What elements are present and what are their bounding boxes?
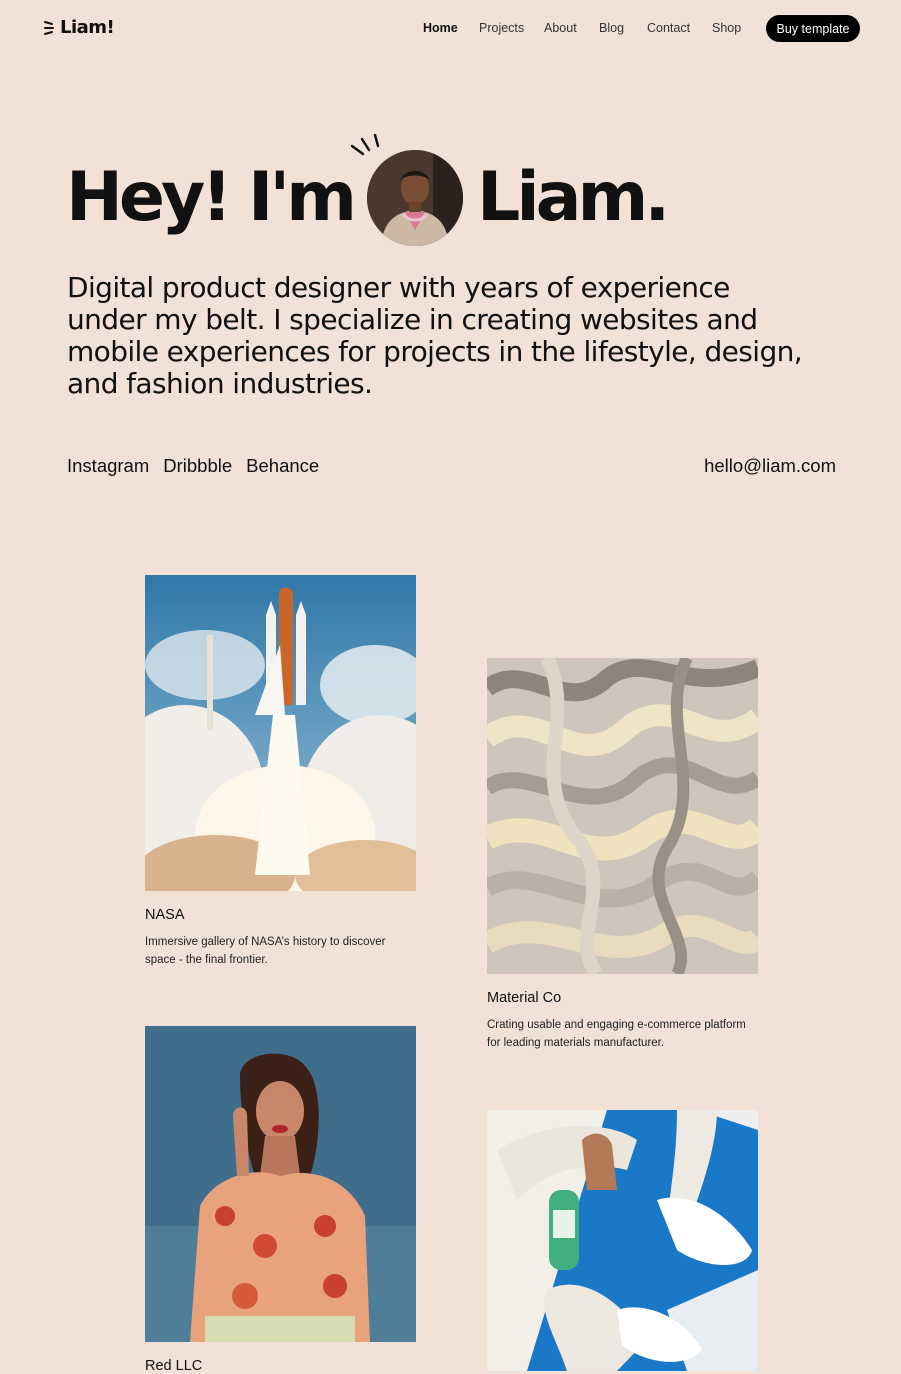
email-link[interactable]: hello@liam.com — [704, 455, 836, 477]
social-links: Instagram Dribbble Behance — [67, 455, 319, 477]
nav-projects[interactable]: Projects — [479, 21, 524, 35]
hero-title-before: Hey! I'm — [66, 158, 357, 237]
nav-about[interactable]: About — [544, 21, 577, 35]
project-image-material[interactable] — [487, 658, 758, 974]
spark-icon — [350, 134, 380, 156]
dribbble-link[interactable]: Dribbble — [163, 455, 232, 477]
project-image-fitness[interactable] — [487, 1110, 758, 1371]
project-card-red-llc[interactable]: Red LLC — [145, 1026, 416, 1374]
avatar-photo — [367, 150, 464, 246]
behance-link[interactable]: Behance — [246, 455, 319, 477]
hero-title: Hey! I'm Liam. — [66, 134, 670, 246]
project-title[interactable]: NASA — [145, 907, 416, 923]
project-image-portrait[interactable] — [145, 1026, 416, 1342]
logo-spark-icon — [44, 20, 54, 35]
project-card-nasa[interactable]: NASA Immersive gallery of NASA’s history… — [145, 575, 416, 969]
logo[interactable]: Liam! — [44, 17, 115, 38]
avatar-wrap — [350, 134, 464, 246]
nav-blog[interactable]: Blog — [599, 21, 624, 35]
project-card-material-co[interactable]: Material Co Crating usable and engaging … — [487, 658, 758, 1052]
instagram-link[interactable]: Instagram — [67, 455, 149, 477]
nav-contact[interactable]: Contact — [647, 21, 690, 35]
project-title[interactable]: Material Co — [487, 990, 758, 1006]
project-description: Crating usable and engaging e-commerce p… — [487, 1019, 746, 1049]
project-card-fitness[interactable] — [487, 1110, 758, 1371]
hero-title-after: Liam. — [477, 158, 670, 237]
buy-template-button[interactable]: Buy template — [766, 15, 860, 42]
nav-shop[interactable]: Shop — [712, 21, 741, 35]
logo-text: Liam! — [60, 17, 115, 38]
project-title[interactable]: Red LLC — [145, 1358, 416, 1374]
intro-text: Digital product designer with years of e… — [67, 271, 803, 400]
avatar — [367, 150, 464, 246]
nav-home[interactable]: Home — [423, 21, 458, 35]
project-image-rocket[interactable] — [145, 575, 416, 891]
project-description: Immersive gallery of NASA’s history to d… — [145, 936, 386, 966]
